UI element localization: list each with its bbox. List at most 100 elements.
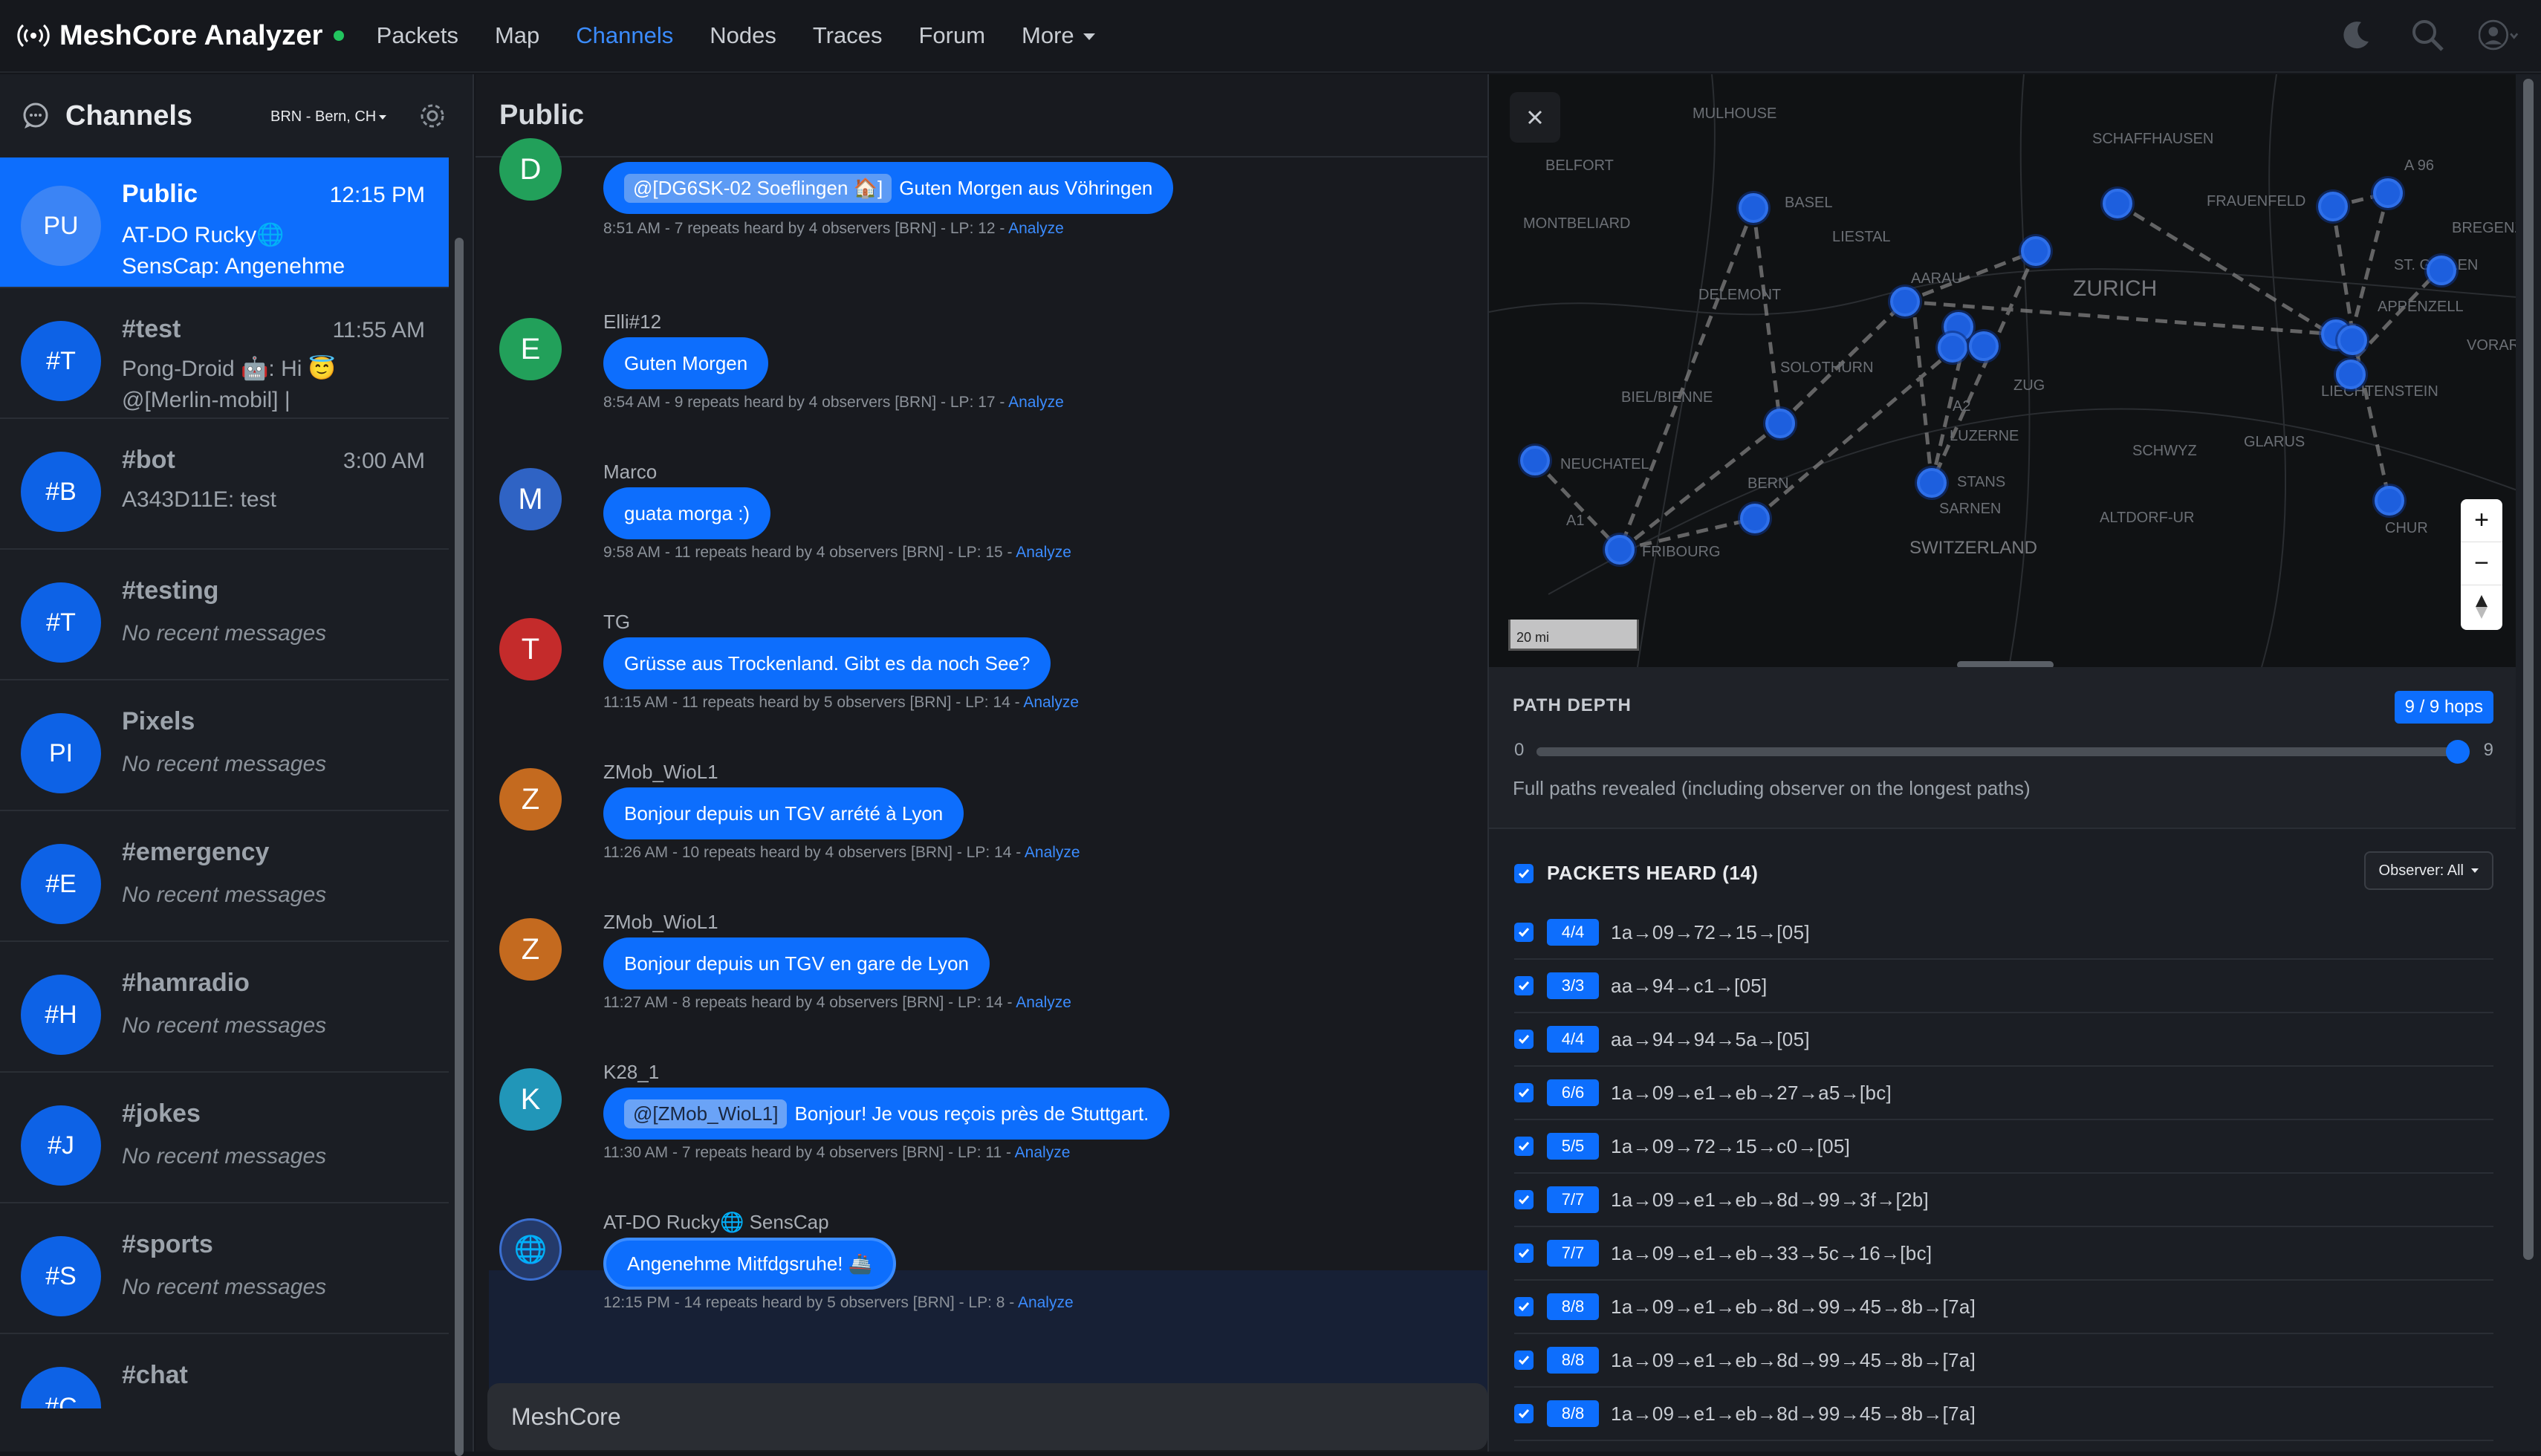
packet-checkbox[interactable] <box>1514 1244 1534 1263</box>
node-pin[interactable] <box>2336 360 2366 389</box>
nav-more-dropdown[interactable]: More <box>1022 22 1095 49</box>
message-bubble[interactable]: @[ZMob_WioL1] Bonjour! Je vous reçois prè… <box>603 1088 1170 1140</box>
node-pin[interactable] <box>1917 468 1947 498</box>
node-pin[interactable] <box>1740 504 1770 533</box>
node-pin[interactable] <box>1765 409 1795 438</box>
scrollbar-thumb[interactable] <box>2523 79 2534 1260</box>
gear-icon[interactable] <box>418 101 447 131</box>
channel-item-test[interactable]: #T #test 11:55 AM Pong-Droid 🤖: Hi 😇 @[Me… <box>0 288 449 419</box>
nav-channels[interactable]: Channels <box>576 22 673 49</box>
channel-item-emergency[interactable]: #E #emergency No recent messages <box>0 811 449 942</box>
nav-nodes[interactable]: Nodes <box>710 22 776 49</box>
node-pin[interactable] <box>2427 256 2456 285</box>
nav-packets[interactable]: Packets <box>377 22 458 49</box>
analyze-link[interactable]: Analyze <box>1016 994 1071 1011</box>
node-pin[interactable] <box>2021 236 2051 266</box>
node-pin[interactable] <box>1520 446 1550 475</box>
analyze-link[interactable]: Analyze <box>1015 1144 1071 1161</box>
channel-item-sports[interactable]: #S #sports No recent messages <box>0 1203 449 1334</box>
packet-checkbox[interactable] <box>1514 1137 1534 1156</box>
dark-mode-icon[interactable] <box>2336 15 2376 55</box>
zoom-out-button[interactable]: − <box>2461 542 2502 585</box>
observer-filter-dropdown[interactable]: Observer: All <box>2363 851 2493 890</box>
reset-north-button[interactable] <box>2461 585 2502 628</box>
node-pin[interactable] <box>2103 189 2132 218</box>
scrollbar-thumb[interactable] <box>455 238 464 1456</box>
message-composer-input[interactable]: MeshCore <box>487 1383 1487 1450</box>
analyze-link[interactable]: Analyze <box>1018 1294 1074 1311</box>
channel-item-public[interactable]: PU Public 12:15 PM AT-DO Rucky🌐 SensCap: … <box>0 157 449 288</box>
packet-row[interactable]: 8/8 1a→09→e1→eb→8d→99→45→8b→[7a] <box>1514 1281 2493 1334</box>
node-pin[interactable] <box>2337 325 2367 355</box>
packet-row[interactable]: 6/6 1a→09→e1→eb→27→a5→[bc] <box>1514 1067 2493 1120</box>
node-pin[interactable] <box>1969 331 1999 361</box>
packet-path: 1a→09→e1→eb→8d→99→45→8b→[7a] <box>1611 1402 1976 1425</box>
select-all-checkbox[interactable] <box>1514 863 1534 883</box>
channel-last-message: No recent messages <box>122 1275 327 1299</box>
message-bubble[interactable]: Bonjour depuis un TGV arrété à Lyon <box>603 787 964 839</box>
packet-checkbox[interactable] <box>1514 1030 1534 1049</box>
slider-thumb[interactable] <box>2446 740 2470 764</box>
packet-checkbox[interactable] <box>1514 1404 1534 1423</box>
close-map-button[interactable] <box>1510 92 1560 143</box>
nav-traces[interactable]: Traces <box>813 22 883 49</box>
node-pin[interactable] <box>1739 193 1768 223</box>
brand[interactable]: MeshCore Analyzer <box>16 19 344 53</box>
node-pin[interactable] <box>1605 535 1635 565</box>
map-resize-handle[interactable] <box>1957 661 2054 667</box>
zoom-in-button[interactable]: + <box>2461 499 2502 542</box>
packet-row[interactable]: 8/8 1a→09→e1→eb→8d→99→45→8b→[7a] <box>1514 1388 2493 1441</box>
message-bubble[interactable]: Grüsse aus Trockenland. Gibt es da noch … <box>603 637 1051 689</box>
packet-row[interactable]: 4/4 1a→09→72→15→[05] <box>1514 906 2493 960</box>
channel-item-chat[interactable]: #C #chat No recent messages <box>0 1334 449 1408</box>
compass-icon <box>2476 595 2488 619</box>
message-bubble[interactable]: guata morga :) <box>603 487 771 539</box>
sidebar-scrollbar[interactable] <box>452 157 464 1456</box>
packet-checkbox[interactable] <box>1514 923 1534 942</box>
packet-checkbox[interactable] <box>1514 1190 1534 1209</box>
packet-row[interactable]: 4/4 aa→94→94→5a→[05] <box>1514 1013 2493 1067</box>
packet-checkbox[interactable] <box>1514 1297 1534 1316</box>
message-bubble[interactable]: Angenehme Mitfdgsruhe! 🚢 <box>603 1238 897 1290</box>
analyze-link[interactable]: Analyze <box>1008 394 1064 411</box>
node-pin[interactable] <box>2375 486 2404 516</box>
analyze-link[interactable]: Analyze <box>1025 844 1080 861</box>
mention-tag[interactable]: @[DG6SK-02 Soeflingen 🏠] <box>624 173 892 203</box>
channel-item-pixels[interactable]: PI Pixels No recent messages <box>0 680 449 811</box>
nav-map[interactable]: Map <box>495 22 539 49</box>
channel-item-jokes[interactable]: #J #jokes No recent messages <box>0 1073 449 1203</box>
packet-row[interactable]: 3/3 aa→94→c1→[05] <box>1514 960 2493 1013</box>
account-icon[interactable] <box>2479 15 2519 55</box>
node-pin[interactable] <box>1938 333 1967 363</box>
packet-checkbox[interactable] <box>1514 1351 1534 1370</box>
channel-item-testing[interactable]: #T #testing No recent messages <box>0 550 449 680</box>
packet-row[interactable]: 8/8 1a→09→e1→eb→8d→99→45→8b→[7a] <box>1514 1334 2493 1388</box>
nav-forum[interactable]: Forum <box>918 22 985 49</box>
channel-item-bot[interactable]: #B #bot 3:00 AM A343D11E: test <box>0 419 449 550</box>
node-pin[interactable] <box>1890 287 1920 316</box>
packet-row[interactable]: 7/7 1a→09→e1→eb→33→5c→16→[bc] <box>1514 1227 2493 1281</box>
message-author: K28_1 <box>603 1061 660 1083</box>
packet-checkbox[interactable] <box>1514 1083 1534 1102</box>
mention-tag[interactable]: @[ZMob_WioL1] <box>624 1099 788 1128</box>
path-depth-slider[interactable] <box>1536 740 2470 764</box>
analyze-link[interactable]: Analyze <box>1008 220 1064 237</box>
region-selector[interactable]: BRN - Bern, CH <box>270 108 387 126</box>
message-meta: 11:15 AM - 11 repeats heard by 5 observe… <box>603 694 1079 712</box>
node-pin[interactable] <box>2373 178 2403 208</box>
panel-scrollbar[interactable] <box>2516 74 2541 1452</box>
node-pin[interactable] <box>2318 192 2348 221</box>
message-bubble[interactable]: Bonjour depuis un TGV en gare de Lyon <box>603 937 990 989</box>
packet-path: aa→94→c1→[05] <box>1611 974 1768 997</box>
packet-row[interactable]: 7/7 1a→09→e1→eb→8d→99→3f→[2b] <box>1514 1174 2493 1227</box>
route-map[interactable]: MULHOUSE SCHAFFHAUSEN BELFORT BASEL FRAU… <box>1489 74 2517 667</box>
packet-row[interactable]: 5/5 1a→09→72→15→c0→[05] <box>1514 1120 2493 1174</box>
channel-item-hamradio[interactable]: #H #hamradio No recent messages <box>0 942 449 1073</box>
search-icon[interactable] <box>2407 15 2447 55</box>
message-bubble[interactable]: @[DG6SK-02 Soeflingen 🏠] Guten Morgen aus… <box>603 162 1174 214</box>
packet-checkbox[interactable] <box>1514 976 1534 995</box>
analyze-link[interactable]: Analyze <box>1016 544 1071 561</box>
analyze-link[interactable]: Analyze <box>1023 694 1079 711</box>
packet-path: 1a→09→e1→eb→8d→99→3f→[2b] <box>1611 1188 1930 1211</box>
message-bubble[interactable]: Guten Morgen <box>603 337 769 389</box>
